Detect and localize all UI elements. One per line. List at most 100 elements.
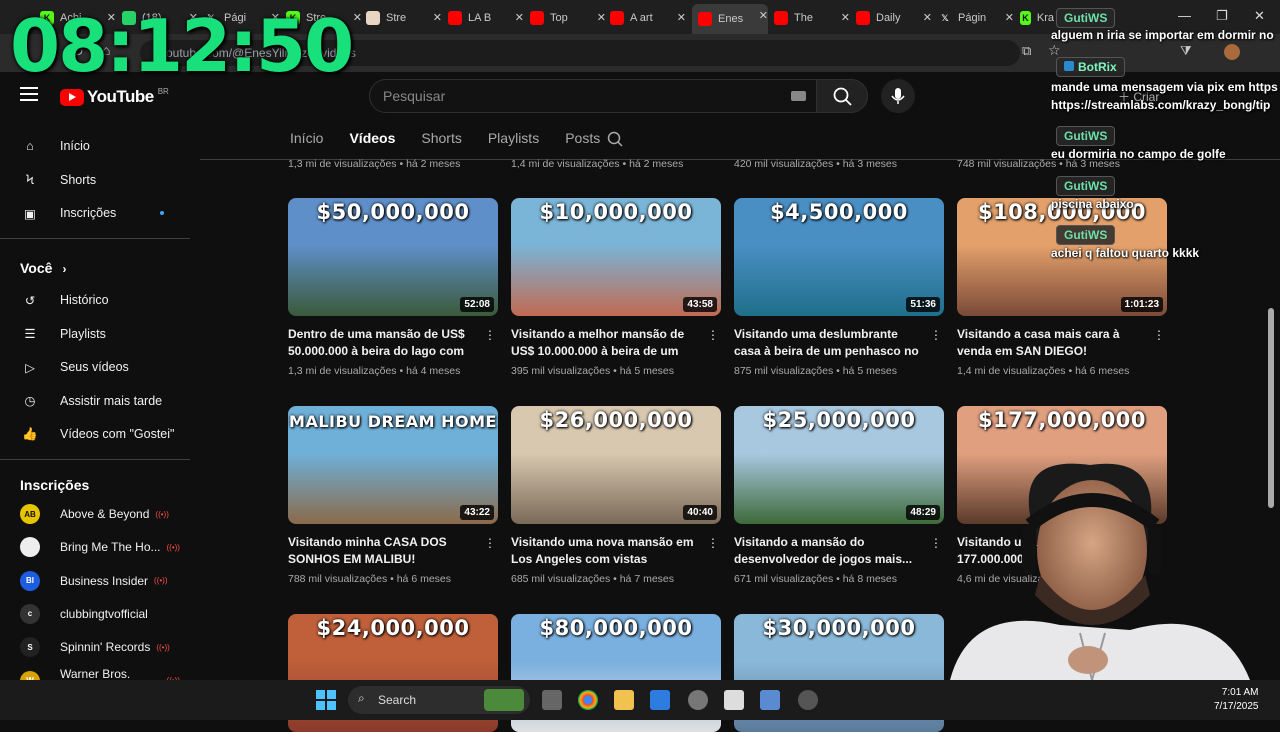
close-tab-icon[interactable]: ✕ [597,11,606,24]
chat-username: GutiWS [1056,176,1116,196]
you-section-header[interactable]: Você › [20,260,66,276]
browser-tab[interactable]: Enes ✕ [692,4,768,34]
chrome-taskbar-icon[interactable] [578,690,598,710]
taskbar-clock[interactable]: 7:01 AM 7/17/2025 [1214,686,1259,714]
sidebar-item-label: Assistir mais tarde [60,393,163,408]
subscription-item[interactable]: BI Business Insider ((•)) [20,568,180,594]
tab-shorts[interactable]: Shorts [421,130,461,158]
more-options-icon[interactable]: ··· [486,531,494,553]
browser-tab[interactable]: The ✕ [774,6,850,30]
close-tab-icon[interactable]: ✕ [515,11,524,24]
more-options-icon[interactable]: ··· [709,531,717,553]
close-tab-icon[interactable]: ✕ [1005,11,1014,24]
video-duration: 51:36 [906,297,940,312]
channel-avatar-initials: S [27,642,33,652]
video-title[interactable]: Dentro de uma mansão de US$ 50.000.000 à… [288,326,478,360]
close-tab-icon[interactable]: ✕ [677,11,686,24]
tab-videos[interactable]: Vídeos [349,130,395,158]
chat-username-text: GutiWS [1064,11,1108,25]
sidebar-item-label: Histórico [60,293,109,307]
sidebar-item-subscriptions[interactable]: ▣ Inscrições [12,196,188,230]
chat-message: eu dormiria no campo de golfe [1051,147,1226,161]
windows-taskbar: ⌕ Search 7:01 AM 7/17/2025 [0,680,1280,720]
file-explorer-icon[interactable] [614,690,634,710]
search-input[interactable] [370,80,770,104]
taskbar-search-icon: ⌕ [358,691,365,705]
task-view-icon[interactable] [542,690,562,710]
browser-tab[interactable]: A art ✕ [610,6,686,30]
video-meta: 1,3 mi de visualizações • há 4 meses [288,365,461,377]
install-app-icon[interactable]: ⧉ [1022,43,1031,59]
taskbar-date: 7/17/2025 [1214,701,1259,712]
taskbar-search[interactable]: ⌕ Search [348,686,530,714]
menu-icon[interactable] [20,87,38,101]
obs-icon[interactable] [798,690,818,710]
close-tab-icon[interactable]: ✕ [433,11,442,24]
video-title[interactable]: Visitando uma nova mansão em Los Angeles… [511,534,701,568]
sidebar-item-shorts[interactable]: Ϟ Shorts [12,163,188,197]
close-tab-icon[interactable]: ✕ [923,11,932,24]
browser-tab[interactable]: LA B ✕ [448,6,524,30]
tab-posts[interactable]: Posts [565,130,600,158]
browser-tab[interactable]: Daily ✕ [856,6,932,30]
video-title[interactable]: Visitando uma deslumbrante casa à beira … [734,326,924,360]
video-thumbnail[interactable]: $4,500,000 51:36 [734,198,944,316]
more-options-icon[interactable]: ··· [932,323,940,345]
sidebar-item-playlists[interactable]: ☰ Playlists [12,317,188,351]
video-thumbnail[interactable]: MALIBU DREAM HOME 43:22 [288,406,498,524]
sidebar-item-history[interactable]: ↺ Histórico [12,283,188,317]
close-tab-icon[interactable]: ✕ [353,11,362,24]
video-meta: 1,4 mi de visualizações • há 2 meses [511,158,684,170]
thumbnail-title-text: $26,000,000 [539,408,693,432]
thumbnail-title-text: $177,000,000 [977,408,1147,432]
youtube-logo[interactable]: YouTube BR [60,87,169,107]
calculator-icon[interactable] [760,690,780,710]
keyboard-icon[interactable] [791,91,806,101]
video-meta: 395 mil visualizações • há 5 meses [511,365,675,377]
subscription-label: Business Insider [60,573,149,588]
settings-icon[interactable] [688,690,708,710]
sidebar-item-home[interactable]: ⌂ Início [12,129,188,163]
windows-start-icon[interactable] [316,690,336,710]
tab-inicio[interactable]: Início [290,130,323,158]
chat-username-text: GutiWS [1064,179,1108,193]
video-title[interactable]: Visitando a melhor mansão de US$ 10.000.… [511,326,701,360]
browser-tab[interactable]: Stre ✕ [366,6,442,30]
subscription-item[interactable]: AB Above & Beyond ((•)) [20,501,180,527]
subscription-item[interactable]: Bring Me The Ho... ((•)) [20,534,180,560]
youtube-icon [530,11,544,25]
subscription-item[interactable]: c clubbingtvofficial [20,601,180,627]
video-thumbnail[interactable]: $26,000,000 40:40 [511,406,721,524]
video-thumbnail[interactable]: $10,000,000 43:58 [511,198,721,316]
channel-avatar: BI [20,570,40,591]
channel-search-icon[interactable] [606,130,626,150]
sidebar-item-watch-later[interactable]: ◷ Assistir mais tarde [12,384,188,418]
browser-tab[interactable]: Top ✕ [530,6,606,30]
shorts-icon: Ϟ [26,172,34,187]
video-title[interactable]: Visitando a casa mais cara à venda em SA… [957,326,1147,360]
more-options-icon[interactable]: ··· [486,323,494,345]
chat-message: mande uma mensagem via pix em https http… [1051,80,1278,112]
more-options-icon[interactable]: ··· [709,323,717,345]
browser-tab[interactable]: 𝕏 Págin ✕ [938,6,1014,30]
search-box[interactable] [369,79,817,113]
sidebar-item-your-videos[interactable]: ▷ Seus vídeos [12,350,188,384]
chat-username: GutiWS [1056,8,1116,28]
more-options-icon[interactable]: ··· [1155,323,1163,345]
taskbar-search-label: Search [378,693,417,707]
sidebar-item-liked[interactable]: 👍 Vídeos com "Gostei" [12,417,188,451]
subscription-label: Above & Beyond [60,507,150,521]
video-duration: 43:22 [460,505,494,520]
search-button[interactable] [816,79,868,113]
close-tab-icon[interactable]: ✕ [841,11,850,24]
taskbar-time: 7:01 AM [1221,687,1259,698]
video-title[interactable]: Visitando minha CASA DOS SONHOS EM MALIB… [288,534,478,568]
search-highlight-icon [484,689,524,711]
snipping-tool-icon[interactable] [724,690,744,710]
voice-search-button[interactable] [881,79,915,113]
tab-playlists[interactable]: Playlists [488,130,539,158]
subscription-item[interactable]: S Spinnin' Records ((•)) [20,634,180,660]
close-tab-icon[interactable]: ✕ [759,9,768,22]
video-thumbnail[interactable]: $50,000,000 52:08 [288,198,498,316]
store-icon[interactable] [650,690,670,710]
